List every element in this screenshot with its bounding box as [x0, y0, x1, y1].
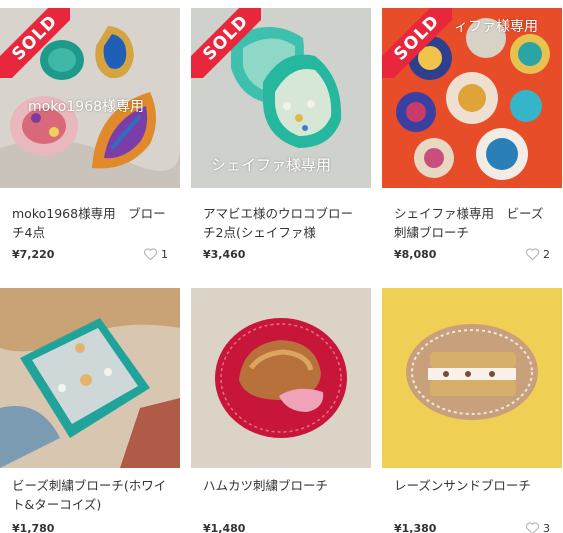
- product-card-1[interactable]: moko1968様専用 SOLD moko1968様専用 ブローチ4点 ¥7,2…: [0, 8, 180, 270]
- heart-outline-icon: [143, 248, 158, 261]
- product-price: ¥1,480: [203, 522, 246, 533]
- product-image-1[interactable]: moko1968様専用 SOLD: [0, 8, 180, 188]
- product-image-2[interactable]: シェイファ様専用 SOLD: [191, 8, 371, 188]
- sold-ribbon: SOLD: [382, 8, 452, 78]
- sold-label: SOLD: [382, 8, 452, 78]
- product-title[interactable]: シェイファ様専用 ビーズ刺繍ブローチ: [394, 204, 554, 242]
- product-title[interactable]: レーズンサンドブローチ: [394, 476, 554, 495]
- product-title[interactable]: ハムカツ刺繍ブローチ: [203, 476, 363, 495]
- sold-label: SOLD: [191, 8, 261, 78]
- product-card-2[interactable]: シェイファ様専用 SOLD アマビエ様のウロコブローチ2点(シェイファ様 ¥3,…: [191, 8, 371, 270]
- product-price: ¥1,380: [394, 522, 437, 533]
- product-image-3[interactable]: ィファ様専用 SOLD: [382, 8, 562, 188]
- like-button[interactable]: 3: [525, 520, 550, 533]
- product-image-5[interactable]: [191, 288, 371, 468]
- watermark-text: ィファ様専用: [454, 19, 538, 35]
- product-price: ¥8,080: [394, 248, 437, 261]
- like-count: 1: [161, 247, 168, 261]
- product-price: ¥1,780: [12, 522, 55, 533]
- heart-outline-icon: [525, 522, 540, 533]
- product-price: ¥7,220: [12, 248, 55, 261]
- sold-ribbon: SOLD: [0, 8, 70, 78]
- like-count: 3: [543, 521, 550, 533]
- product-title[interactable]: アマビエ様のウロコブローチ2点(シェイファ様: [203, 204, 363, 242]
- heart-outline-icon: [525, 248, 540, 261]
- like-count: 2: [543, 247, 550, 261]
- product-title[interactable]: moko1968様専用 ブローチ4点: [12, 204, 172, 242]
- like-button[interactable]: 2: [525, 246, 550, 262]
- product-price: ¥3,460: [203, 248, 246, 261]
- like-button[interactable]: 1: [143, 246, 168, 262]
- product-card-6[interactable]: レーズンサンドブローチ ¥1,380 3: [382, 288, 562, 533]
- product-image-4[interactable]: [0, 288, 180, 468]
- sold-ribbon: SOLD: [191, 8, 261, 78]
- product-image-6[interactable]: [382, 288, 562, 468]
- watermark-text: moko1968様専用: [28, 99, 145, 115]
- sold-label: SOLD: [0, 8, 70, 78]
- product-card-3[interactable]: ィファ様専用 SOLD シェイファ様専用 ビーズ刺繍ブローチ ¥8,080 2: [382, 8, 562, 270]
- product-title[interactable]: ビーズ刺繍ブローチ(ホワイト&ターコイズ): [12, 476, 172, 514]
- product-card-4[interactable]: ビーズ刺繍ブローチ(ホワイト&ターコイズ) ¥1,780: [0, 288, 180, 533]
- watermark-text: シェイファ様専用: [211, 156, 332, 174]
- product-card-5[interactable]: ハムカツ刺繍ブローチ ¥1,480: [191, 288, 371, 533]
